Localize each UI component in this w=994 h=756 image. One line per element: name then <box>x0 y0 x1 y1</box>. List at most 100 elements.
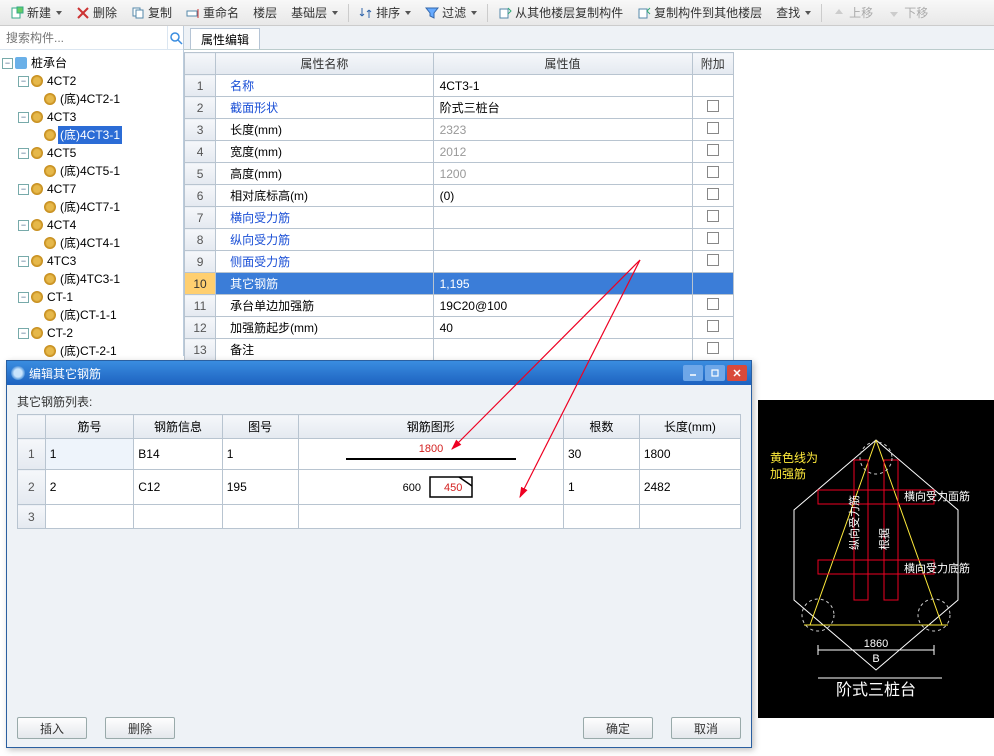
grid-cell-jh[interactable] <box>45 505 133 529</box>
grid-rownum[interactable]: 1 <box>18 439 46 470</box>
prop-add-cell[interactable] <box>692 97 733 119</box>
tree-item[interactable]: − 4CT2 <box>2 72 181 90</box>
grid-cell-th[interactable] <box>222 505 298 529</box>
copy-from-floor-button[interactable]: 从其他楼层复制构件 <box>492 2 629 23</box>
rebar-grid[interactable]: 筋号 钢筋信息 图号 钢筋图形 根数 长度(mm) 11B14118003018… <box>17 414 741 529</box>
tree-root-label[interactable]: 桩承台 <box>29 54 69 72</box>
grid-cell-len[interactable]: 1800 <box>639 439 740 470</box>
search-input[interactable] <box>0 26 167 49</box>
prop-name-cell[interactable]: 横向受力筋 <box>216 207 434 229</box>
tree-item[interactable]: −4CT3 <box>2 108 181 126</box>
prop-value-cell[interactable] <box>433 229 692 251</box>
prop-value-cell[interactable]: 19C20@100 <box>433 295 692 317</box>
tab-property-edit[interactable]: 属性编辑 <box>190 28 260 49</box>
prop-name-cell[interactable]: 侧面受力筋 <box>216 251 434 273</box>
prop-name-cell[interactable]: 名称 <box>216 75 434 97</box>
property-row[interactable]: 10其它钢筋1,195 <box>185 273 734 295</box>
tree-item[interactable]: − CT-2 <box>2 324 181 342</box>
prop-add-cell[interactable] <box>692 75 733 97</box>
tree-item[interactable]: −4CT7 <box>2 180 181 198</box>
delete-button[interactable]: 删除 <box>70 2 123 23</box>
new-button[interactable]: 新建 <box>4 2 68 23</box>
tree-label[interactable]: (底)CT-1-1 <box>58 306 119 324</box>
prop-value-cell[interactable]: (0) <box>433 185 692 207</box>
property-row[interactable]: 3长度(mm)2323 <box>185 119 734 141</box>
prop-value-cell[interactable]: 阶式三桩台 <box>433 97 692 119</box>
prop-value-cell[interactable]: 4CT3-1 <box>433 75 692 97</box>
checkbox[interactable] <box>707 188 719 200</box>
prop-value-cell[interactable] <box>433 251 692 273</box>
close-button[interactable] <box>727 365 747 381</box>
grid-header-jh[interactable]: 筋号 <box>45 415 133 439</box>
property-row[interactable]: 6相对底标高(m)(0) <box>185 185 734 207</box>
grid-header-shape[interactable]: 钢筋图形 <box>298 415 563 439</box>
tree-label[interactable]: (底)4CT5-1 <box>58 162 122 180</box>
grid-cell-info[interactable]: C12 <box>134 470 222 505</box>
prop-value-cell[interactable] <box>433 339 692 361</box>
property-row[interactable]: 2截面形状阶式三桩台 <box>185 97 734 119</box>
grid-header-len[interactable]: 长度(mm) <box>639 415 740 439</box>
checkbox[interactable] <box>707 254 719 266</box>
tree-label[interactable]: (底)4CT4-1 <box>58 234 122 252</box>
ok-button[interactable]: 确定 <box>583 717 653 739</box>
copy-button[interactable]: 复制 <box>125 2 178 23</box>
grid-shape-cell[interactable]: 1800 <box>298 439 563 470</box>
prop-value-cell[interactable]: 1,195 <box>433 273 692 295</box>
tree-label[interactable]: (底)CT-2-1 <box>58 342 119 360</box>
grid-rownum[interactable]: 3 <box>18 505 46 529</box>
tree-item-child[interactable]: (底)4CT4-1 <box>2 234 181 252</box>
tree-toggle[interactable]: − <box>2 58 13 69</box>
tree-item[interactable]: −CT-1 <box>2 288 181 306</box>
tree-toggle[interactable]: − <box>18 112 29 123</box>
prop-add-cell[interactable] <box>692 163 733 185</box>
tree-toggle[interactable]: − <box>18 328 29 339</box>
prop-add-cell[interactable] <box>692 229 733 251</box>
tree-item-child[interactable]: (底)4CT2-1 <box>2 90 181 108</box>
tree-item-child[interactable]: (底)CT-1-1 <box>2 306 181 324</box>
grid-cell-gs[interactable]: 1 <box>563 470 639 505</box>
checkbox[interactable] <box>707 320 719 332</box>
prop-name-cell[interactable]: 备注 <box>216 339 434 361</box>
prop-add-cell[interactable] <box>692 119 733 141</box>
grid-row[interactable]: 11B1411800301800 <box>18 439 741 470</box>
floor-label-button[interactable]: 楼层 <box>247 2 283 23</box>
tree-toggle[interactable]: − <box>18 76 29 87</box>
checkbox[interactable] <box>707 210 719 222</box>
tree-toggle[interactable]: − <box>18 148 29 159</box>
dialog-titlebar[interactable]: 编辑其它钢筋 <box>7 361 751 385</box>
tree-label[interactable]: 4CT2 <box>45 72 78 90</box>
prop-add-cell[interactable] <box>692 295 733 317</box>
filter-button[interactable]: 过滤 <box>419 2 483 23</box>
tree-label[interactable]: (底)4TC3-1 <box>58 270 122 288</box>
tree-item-child[interactable]: (底)CT-2-1 <box>2 342 181 360</box>
grid-shape-cell[interactable]: 600450 <box>298 470 563 505</box>
checkbox[interactable] <box>707 342 719 354</box>
prop-name-cell[interactable]: 加强筋起步(mm) <box>216 317 434 339</box>
tree-label[interactable]: 4TC3 <box>45 252 78 270</box>
find-button[interactable]: 查找 <box>770 2 817 23</box>
grid-cell-gs[interactable]: 30 <box>563 439 639 470</box>
maximize-button[interactable] <box>705 365 725 381</box>
search-button[interactable] <box>167 26 183 49</box>
minimize-button[interactable] <box>683 365 703 381</box>
base-layer-dropdown[interactable]: 基础层 <box>285 2 344 23</box>
tree-label[interactable]: CT-2 <box>45 324 75 342</box>
insert-button[interactable]: 插入 <box>17 717 87 739</box>
prop-name-cell[interactable]: 相对底标高(m) <box>216 185 434 207</box>
grid-header-th[interactable]: 图号 <box>222 415 298 439</box>
property-row[interactable]: 8纵向受力筋 <box>185 229 734 251</box>
prop-add-cell[interactable] <box>692 185 733 207</box>
grid-cell-jh[interactable]: 2 <box>45 470 133 505</box>
prop-value-cell[interactable]: 2323 <box>433 119 692 141</box>
tree-toggle[interactable]: − <box>18 184 29 195</box>
prop-add-cell[interactable] <box>692 251 733 273</box>
property-row[interactable]: 11承台单边加强筋19C20@100 <box>185 295 734 317</box>
grid-cell-th[interactable]: 195 <box>222 470 298 505</box>
rename-button[interactable]: 重命名 <box>180 2 245 23</box>
grid-cell-gs[interactable] <box>563 505 639 529</box>
prop-add-cell[interactable] <box>692 339 733 361</box>
prop-name-cell[interactable]: 截面形状 <box>216 97 434 119</box>
prop-value-cell[interactable]: 1200 <box>433 163 692 185</box>
tree-toggle[interactable]: − <box>18 292 29 303</box>
property-row[interactable]: 1名称4CT3-1 <box>185 75 734 97</box>
